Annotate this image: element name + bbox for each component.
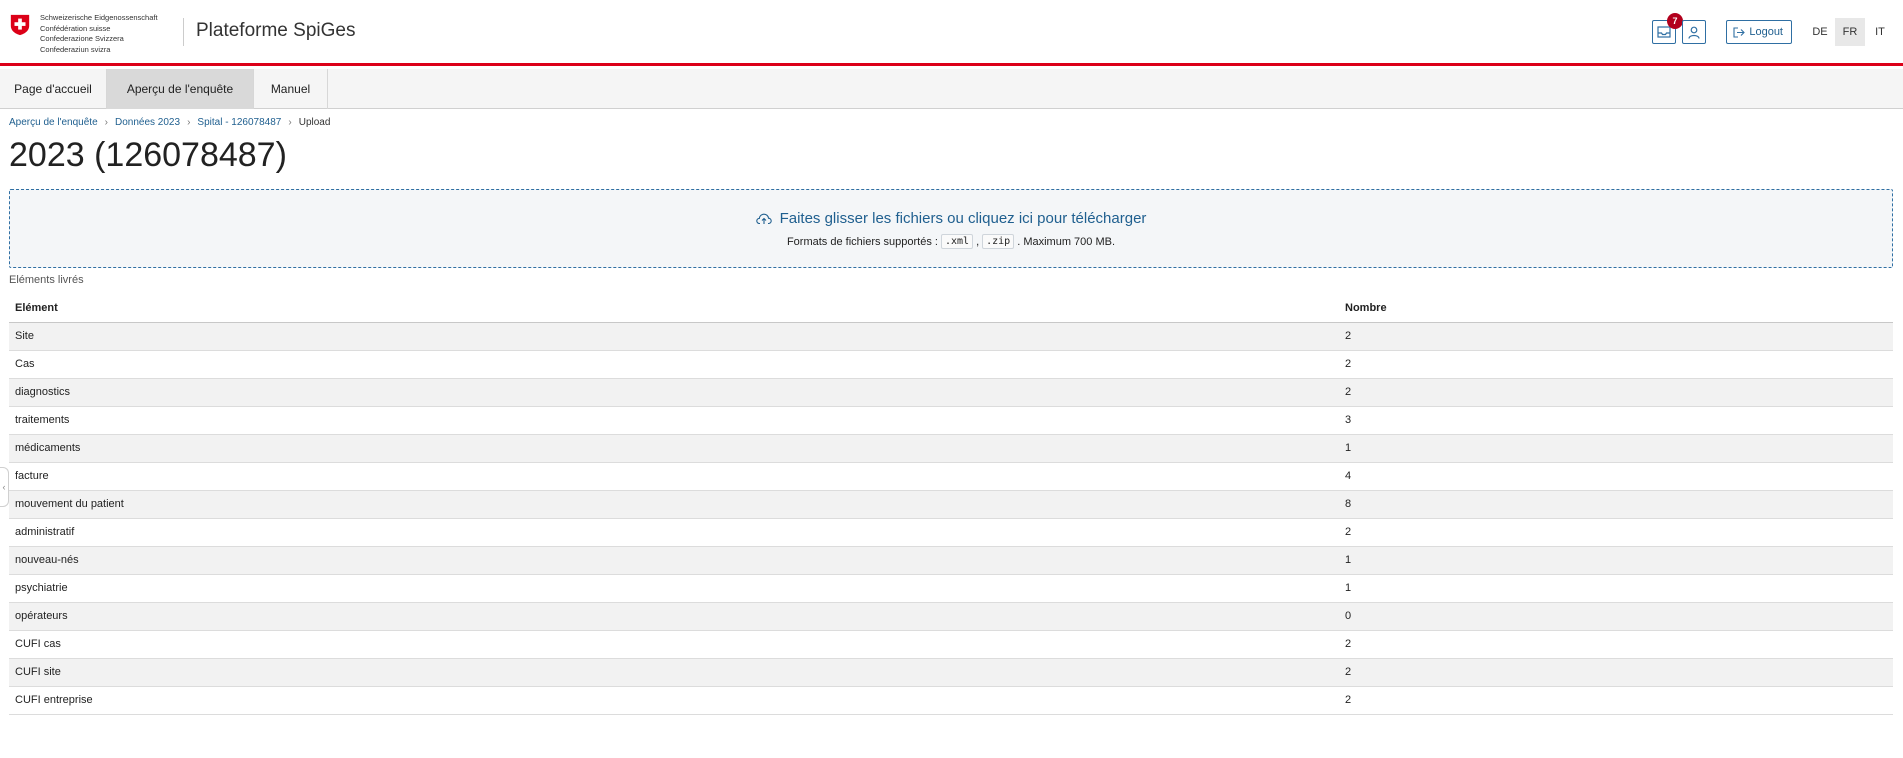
table-row: facture 4 <box>9 462 1893 491</box>
cell-count: 2 <box>1339 518 1893 547</box>
format-separator: , <box>976 235 980 248</box>
cell-element: Site <box>9 322 1339 351</box>
lang-it[interactable]: IT <box>1865 18 1895 46</box>
cell-count: 2 <box>1339 658 1893 687</box>
dropzone-formats: Formats de fichiers supportés : .xml, .zi… <box>10 234 1892 249</box>
nav-home[interactable]: Page d'accueil <box>0 69 107 109</box>
column-header-count[interactable]: Nombre <box>1339 294 1893 323</box>
table-row: Site 2 <box>9 322 1893 351</box>
dropzone-main: Faites glisser les fichiers ou cliquez i… <box>10 210 1892 227</box>
cell-element: diagnostics <box>9 378 1339 407</box>
logout-button[interactable]: Logout <box>1726 20 1792 44</box>
cell-element: opérateurs <box>9 602 1339 631</box>
table-row: CUFI cas 2 <box>9 630 1893 659</box>
cell-element: psychiatrie <box>9 574 1339 603</box>
notifications-button[interactable]: 7 <box>1652 13 1683 44</box>
confed-line-fr: Confédération suisse <box>40 23 111 33</box>
logout-icon <box>1733 26 1746 38</box>
logout-label: Logout <box>1749 26 1783 38</box>
formats-prefix: Formats de fichiers supportés : <box>786 235 938 248</box>
cell-count: 2 <box>1339 350 1893 379</box>
format-xml: .xml <box>940 234 974 249</box>
cell-count: 1 <box>1339 546 1893 575</box>
confed-line-de: Schweizerische Eidgenossenschaft <box>40 13 158 22</box>
chevron-right-icon: › <box>104 117 108 128</box>
breadcrumb-current: Upload <box>298 117 331 128</box>
cell-count: 2 <box>1339 378 1893 407</box>
site-header: Schweizerische Eidgenossenschaft Confédé… <box>0 0 1903 66</box>
breadcrumb-item[interactable]: Données 2023 <box>115 117 180 128</box>
lang-de[interactable]: DE <box>1805 18 1835 46</box>
cell-element: traitements <box>9 406 1339 435</box>
table-row: diagnostics 2 <box>9 378 1893 407</box>
table-row: nouveau-nés 1 <box>9 546 1893 575</box>
chevron-left-icon: ‹ <box>2 482 6 492</box>
nav-manual[interactable]: Manuel <box>254 69 328 109</box>
cell-element: Cas <box>9 350 1339 379</box>
cell-element: nouveau-nés <box>9 546 1339 575</box>
cell-element: CUFI cas <box>9 630 1339 659</box>
delivered-elements-table: Elément Nombre Site 2 Cas 2 diagnostics 2 t… <box>9 294 1893 715</box>
breadcrumb: Aperçu de l'enquête › Données 2023 › Spi… <box>9 117 330 128</box>
main-nav: Page d'accueil Aperçu de l'enquête Manue… <box>0 69 1903 109</box>
section-label: Eléments livrés <box>9 274 84 286</box>
cell-count: 8 <box>1339 490 1893 519</box>
cell-element: facture <box>9 462 1339 491</box>
breadcrumb-item[interactable]: Aperçu de l'enquête <box>9 117 98 128</box>
user-profile-button[interactable] <box>1682 20 1706 44</box>
confed-line-it: Confederazione Svizzera <box>40 34 124 43</box>
format-zip: .zip <box>982 234 1015 249</box>
cell-element: médicaments <box>9 434 1339 463</box>
table-header-row: Elément Nombre <box>9 294 1893 323</box>
nav-survey-overview[interactable]: Aperçu de l'enquête <box>107 69 254 109</box>
table-row: CUFI site 2 <box>9 658 1893 687</box>
inbox-icon <box>1657 26 1671 38</box>
swiss-shield-icon <box>10 14 30 36</box>
cell-element: administratif <box>9 518 1339 547</box>
federal-logo[interactable]: Schweizerische Eidgenossenschaft Confédé… <box>9 13 158 55</box>
cell-element: mouvement du patient <box>9 490 1339 519</box>
cell-count: 2 <box>1339 686 1893 715</box>
chevron-right-icon: › <box>288 117 292 128</box>
cell-element: CUFI site <box>9 658 1339 687</box>
table-row: psychiatrie 1 <box>9 574 1893 603</box>
cell-element: CUFI entreprise <box>9 686 1339 715</box>
cell-count: 2 <box>1339 322 1893 351</box>
table-row: opérateurs 0 <box>9 602 1893 631</box>
table-row: administratif 2 <box>9 518 1893 547</box>
lang-fr[interactable]: FR <box>1835 18 1865 46</box>
dropzone-text: Faites glisser les fichiers ou cliquez i… <box>779 210 1147 227</box>
chevron-right-icon: › <box>187 117 191 128</box>
sidebar-toggle-handle[interactable]: ‹ <box>0 467 9 507</box>
confed-line-rm: Confederaziun svizra <box>40 44 111 54</box>
table-row: mouvement du patient 8 <box>9 490 1893 519</box>
user-icon <box>1688 26 1700 39</box>
file-dropzone[interactable]: Faites glisser les fichiers ou cliquez i… <box>9 189 1893 268</box>
page-title: 2023 (126078487) <box>9 136 287 174</box>
header-divider <box>183 18 184 46</box>
table-row: médicaments 1 <box>9 434 1893 463</box>
cell-count: 2 <box>1339 630 1893 659</box>
formats-suffix: . Maximum 700 MB. <box>1017 235 1116 248</box>
table-row: CUFI entreprise 2 <box>9 686 1893 715</box>
cell-count: 1 <box>1339 574 1893 603</box>
table-row: traitements 3 <box>9 406 1893 435</box>
table-row: Cas 2 <box>9 350 1893 379</box>
app-title[interactable]: Plateforme SpiGes <box>196 20 355 42</box>
breadcrumb-item[interactable]: Spital - 126078487 <box>197 117 281 128</box>
notification-badge: 7 <box>1667 13 1683 29</box>
cell-count: 3 <box>1339 406 1893 435</box>
cell-count: 0 <box>1339 602 1893 631</box>
cell-count: 4 <box>1339 462 1893 491</box>
confederation-text: Schweizerische Eidgenossenschaft Confédé… <box>40 13 158 55</box>
cloud-upload-icon <box>755 213 772 224</box>
cell-count: 1 <box>1339 434 1893 463</box>
column-header-element[interactable]: Elément <box>9 294 1339 323</box>
